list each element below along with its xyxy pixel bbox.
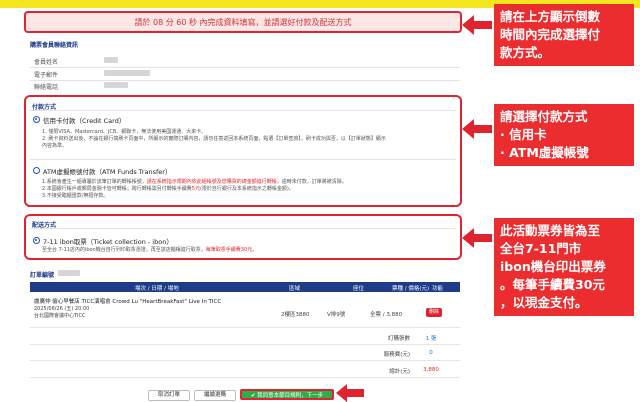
service-fee-label: 服務費(元) bbox=[383, 352, 410, 358]
order-table-header: 場次 / 日期 / 場地 區域 座位 票種 / 價格(元) 功能 bbox=[30, 282, 460, 292]
service-fee-value: 0 bbox=[429, 350, 433, 356]
member-phone-label: 聯絡電話 bbox=[34, 84, 59, 91]
event-venue: 台北國際會議中心TICC bbox=[34, 313, 86, 319]
callout-timer-line2: 時間內完成選擇付 bbox=[500, 27, 601, 42]
atm-note-2: 2.本國銀行帳戶或郵局金融卡皆可轉帳；跨行轉帳需另付轉帳手續費5元(限於自行銀行… bbox=[42, 186, 458, 193]
callout-delivery-line1: 此活動票券皆為至 bbox=[500, 223, 601, 238]
col-ticket: 票種 / 價格(元) bbox=[392, 286, 430, 292]
divider bbox=[30, 80, 460, 81]
seat-area: 2樓區3880 bbox=[281, 312, 310, 318]
callout-delivery-line3: ibon機台印出票券 bbox=[500, 259, 606, 274]
col-actions: 功能 bbox=[432, 286, 444, 292]
ticket-count-label: 訂購張數 bbox=[387, 336, 410, 342]
divider bbox=[30, 228, 456, 229]
credit-card-note-1: 1. 僅限VISA、Mastercard、JCB、銀聯卡，無法使用美國運通、大來… bbox=[42, 129, 207, 135]
member-phone-value bbox=[104, 82, 128, 88]
divider bbox=[30, 344, 460, 345]
atm-note-1b: 逾時未付款，訂單將被清除。 bbox=[281, 179, 347, 185]
callout-timer-line1: 請在上方顯示倒數 bbox=[500, 9, 601, 24]
member-email-value bbox=[104, 70, 150, 76]
arrow-left-icon bbox=[462, 228, 492, 248]
member-name-value bbox=[104, 57, 118, 63]
callout-payment: 請選擇付款方式 · 信用卡 · ATM虛擬帳號 bbox=[494, 104, 634, 166]
order-number-value bbox=[58, 270, 80, 276]
cancel-order-button[interactable]: 取消訂單 bbox=[148, 390, 190, 401]
countdown-banner: 請於 08 分 60 秒 內完成資料填寫，並請選好付款及配送方式 bbox=[24, 11, 462, 33]
divider bbox=[30, 377, 460, 378]
atm-note-1a: 1.系統會產生一組專屬於該筆訂單的轉帳帳號， bbox=[42, 179, 147, 185]
atm-note-1-red: 請在系統指示限期內依此組帳號及您購買的總金額進行轉帳， bbox=[146, 179, 282, 185]
credit-card-label[interactable]: 信用卡付款（Credit Card） bbox=[43, 115, 125, 125]
member-section-title: 購票會員聯絡資訊 bbox=[30, 42, 79, 49]
divider bbox=[30, 360, 460, 361]
delete-button[interactable]: 刪除 bbox=[426, 308, 442, 317]
ibon-note: 至全台 7-11店內的ibon機台自行列印取票憑證，再至該店櫃檯進行取票，每筆取… bbox=[42, 247, 458, 254]
atm-note-2-red: 5元 bbox=[191, 186, 200, 192]
credit-card-note-2: 2. 刷卡資料送出後，不論在銀行端刷卡頁面中，所顯示的實際訂購內容，請勿任意返回… bbox=[42, 136, 386, 142]
order-section-title: 訂單編號 bbox=[30, 272, 55, 279]
ticket-type-price: 全票 / 3,880 bbox=[370, 312, 403, 318]
arrow-left-icon bbox=[336, 384, 364, 402]
atm-radio[interactable] bbox=[33, 167, 40, 174]
divider bbox=[30, 110, 456, 111]
credit-card-radio[interactable] bbox=[33, 116, 40, 123]
atm-note-2a: 2.本國銀行帳戶或郵局金融卡皆可轉帳；跨行轉帳需另付轉帳手續費 bbox=[42, 186, 192, 192]
divider bbox=[30, 67, 460, 68]
event-date: 2025/08/26 (五) 20:00 bbox=[34, 306, 90, 312]
col-seat: 座位 bbox=[353, 286, 365, 292]
callout-timer-line3: 款方式。 bbox=[500, 45, 551, 60]
atm-note-2b: (限於自行銀行及本系統指示之轉帳金額)。 bbox=[199, 186, 294, 192]
ibon-radio[interactable] bbox=[33, 237, 40, 244]
total-value: 3,880 bbox=[423, 367, 439, 373]
callout-delivery-line2: 全台7-11門市 bbox=[500, 241, 582, 256]
ibon-note-a: 至全台 7-11店內的ibon機台自行列印取票憑證，再至該店櫃檯進行取票， bbox=[42, 247, 206, 253]
member-name-label: 會員姓名 bbox=[34, 59, 59, 66]
ticket-count-value: 1 張 bbox=[425, 336, 437, 342]
callout-timer: 請在上方顯示倒數 時間內完成選擇付 款方式。 bbox=[494, 4, 634, 66]
arrow-left-icon bbox=[462, 15, 492, 35]
event-name: 盧廣仲 偷心早餐店 TICC演唱會 Crowd Lu "HeartBreakFa… bbox=[34, 299, 222, 305]
callout-payment-line1: 請選擇付款方式 bbox=[500, 109, 588, 124]
checkout-page: 請於 08 分 60 秒 內完成資料填寫，並請選好付款及配送方式 購票會員聯絡資… bbox=[0, 0, 640, 402]
credit-card-note-3: 內容為準。 bbox=[42, 143, 68, 149]
agree-next-button[interactable]: ✔ 我同意本節目規則，下一步 bbox=[240, 389, 334, 400]
ibon-note-red: 每筆取票手續費30元。 bbox=[205, 247, 258, 253]
ibon-label[interactable]: 7-11 ibon取票（Ticket collection - ibon） bbox=[43, 236, 173, 246]
col-event: 場次 / 日期 / 場地 bbox=[135, 286, 179, 292]
callout-payment-line3: · ATM虛擬帳號 bbox=[500, 145, 589, 160]
arrow-left-icon bbox=[462, 119, 492, 139]
col-area: 區域 bbox=[289, 286, 301, 292]
countdown-text: 請於 08 分 60 秒 內完成資料填寫，並請選好付款及配送方式 bbox=[134, 17, 352, 27]
member-email-label: 電子郵件 bbox=[34, 72, 59, 79]
callout-delivery: 此活動票券皆為至 全台7-11門市 ibon機台印出票券 。每筆手續費30元 ，… bbox=[494, 218, 634, 316]
callout-delivery-line4: 。每筆手續費30元 bbox=[500, 277, 605, 292]
callout-payment-line2: · 信用卡 bbox=[500, 127, 547, 142]
divider bbox=[30, 159, 456, 160]
continue-shopping-button[interactable]: 繼續選購 bbox=[194, 390, 236, 401]
atm-note-1: 1.系統會產生一組專屬於該筆訂單的轉帳帳號，請在系統指示限期內依此組帳號及您購買… bbox=[42, 179, 458, 186]
divider bbox=[30, 327, 460, 328]
total-label: 總計(元) bbox=[389, 369, 410, 375]
atm-label[interactable]: ATM虛擬帳號付款（ATM Funds Transfer） bbox=[43, 166, 171, 176]
atm-note-3: 3.不接受臨櫃匯款/無摺存款。 bbox=[42, 193, 109, 199]
seat-number: V排9號 bbox=[327, 312, 346, 318]
callout-delivery-line5: ，以現金支付。 bbox=[500, 295, 588, 310]
